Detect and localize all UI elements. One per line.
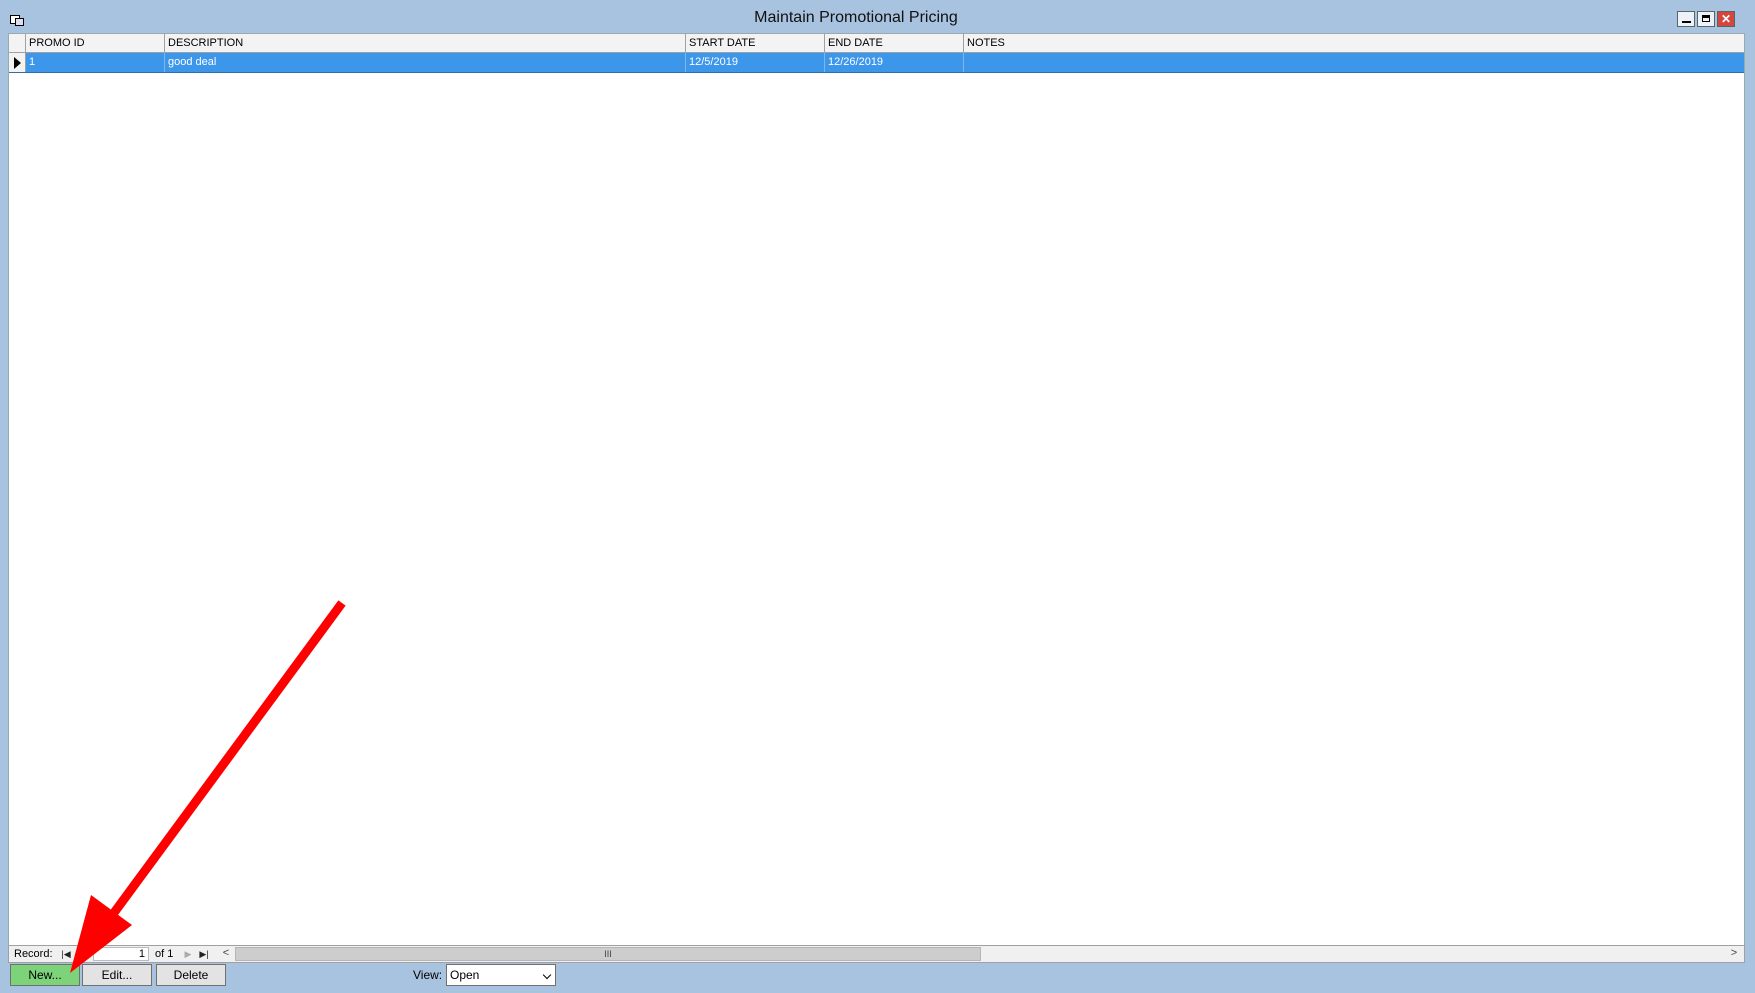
title-bar[interactable]: Maintain Promotional Pricing ✕	[0, 0, 1755, 32]
maximize-button[interactable]	[1697, 11, 1715, 27]
window-title: Maintain Promotional Pricing	[754, 9, 958, 26]
minimize-button[interactable]	[1677, 11, 1695, 27]
scroll-left-arrow-icon[interactable]: <	[219, 947, 233, 961]
view-label: View:	[413, 968, 443, 982]
grid-header: PROMO ID DESCRIPTION START DATE END DATE…	[9, 34, 1744, 53]
column-header-notes[interactable]: NOTES	[964, 34, 1744, 52]
current-row-indicator-icon	[14, 57, 21, 69]
new-button[interactable]: New...	[10, 964, 80, 986]
record-label: Record:	[14, 948, 53, 960]
column-header-end-date[interactable]: END DATE	[825, 34, 964, 52]
close-icon: ✕	[1720, 12, 1732, 26]
edit-button[interactable]: Edit...	[82, 964, 152, 986]
delete-button[interactable]: Delete	[156, 964, 226, 986]
row-selector[interactable]	[9, 53, 26, 72]
promo-grid[interactable]: PROMO ID DESCRIPTION START DATE END DATE…	[8, 33, 1745, 949]
horizontal-scrollbar[interactable]: < III >	[219, 947, 1741, 961]
main-window: Maintain Promotional Pricing ✕ PROMO ID …	[0, 0, 1755, 993]
previous-record-button[interactable]: ◀	[75, 947, 89, 961]
bottom-toolbar	[0, 963, 1755, 993]
last-record-icon: ▶|	[199, 949, 209, 959]
view-select-value: Open	[450, 968, 480, 982]
table-row[interactable]: 1 good deal 12/5/2019 12/26/2019	[9, 53, 1744, 73]
column-header-start-date[interactable]: START DATE	[686, 34, 825, 52]
cell-end-date[interactable]: 12/26/2019	[825, 53, 964, 72]
cell-promo-id[interactable]: 1	[26, 53, 165, 72]
next-record-icon: ▶	[184, 949, 192, 959]
first-record-button[interactable]: |◀	[59, 947, 73, 961]
first-record-icon: |◀	[61, 949, 71, 959]
scrollbar-thumb[interactable]: III	[235, 947, 981, 961]
record-navigator: Record: |◀ ◀ 1 of 1 ▶ ▶| < III >	[8, 945, 1745, 963]
cell-start-date[interactable]: 12/5/2019	[686, 53, 825, 72]
next-record-button[interactable]: ▶	[181, 947, 195, 961]
previous-record-icon: ◀	[78, 949, 86, 959]
view-select[interactable]: Open	[446, 964, 556, 986]
scroll-right-arrow-icon[interactable]: >	[1727, 947, 1741, 961]
header-selector[interactable]	[9, 34, 26, 52]
close-button[interactable]: ✕	[1717, 11, 1735, 27]
column-header-promo-id[interactable]: PROMO ID	[26, 34, 165, 52]
cell-notes[interactable]	[964, 53, 1744, 72]
chevron-down-icon	[542, 970, 552, 980]
record-count: of 1	[155, 948, 174, 960]
last-record-button[interactable]: ▶|	[197, 947, 211, 961]
cell-description[interactable]: good deal	[165, 53, 686, 72]
current-record-field[interactable]: 1	[93, 947, 149, 961]
column-header-description[interactable]: DESCRIPTION	[165, 34, 686, 52]
